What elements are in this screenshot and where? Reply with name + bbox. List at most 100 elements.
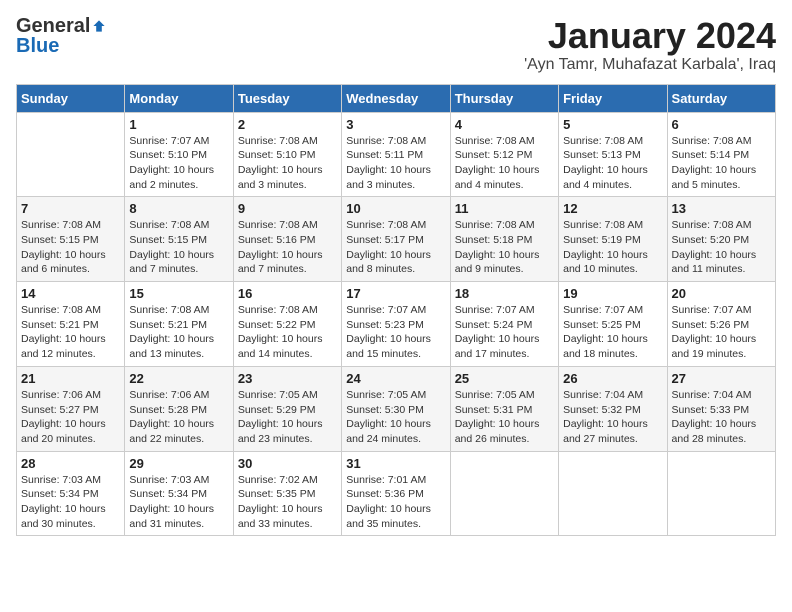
day-info: Sunrise: 7:08 AM Sunset: 5:15 PM Dayligh… xyxy=(129,218,228,277)
month-title: January 2024 xyxy=(524,16,776,56)
day-number: 3 xyxy=(346,117,445,132)
day-number: 7 xyxy=(21,201,120,216)
day-header-tuesday: Tuesday xyxy=(233,84,341,112)
calendar-cell: 29 Sunrise: 7:03 AM Sunset: 5:34 PM Dayli… xyxy=(125,451,233,536)
day-info: Sunrise: 7:08 AM Sunset: 5:10 PM Dayligh… xyxy=(238,134,337,193)
location-title: 'Ayn Tamr, Muhafazat Karbala', Iraq xyxy=(524,56,776,74)
calendar-cell: 18 Sunrise: 7:07 AM Sunset: 5:24 PM Dayli… xyxy=(450,282,558,367)
day-number: 12 xyxy=(563,201,662,216)
calendar-cell: 30 Sunrise: 7:02 AM Sunset: 5:35 PM Dayli… xyxy=(233,451,341,536)
calendar-cell: 5 Sunrise: 7:08 AM Sunset: 5:13 PM Daylig… xyxy=(559,112,667,197)
day-number: 24 xyxy=(346,371,445,386)
day-info: Sunrise: 7:08 AM Sunset: 5:22 PM Dayligh… xyxy=(238,303,337,362)
day-header-friday: Friday xyxy=(559,84,667,112)
calendar-cell xyxy=(559,451,667,536)
calendar-table: SundayMondayTuesdayWednesdayThursdayFrid… xyxy=(16,84,776,537)
day-number: 20 xyxy=(672,286,771,301)
day-info: Sunrise: 7:08 AM Sunset: 5:17 PM Dayligh… xyxy=(346,218,445,277)
calendar-cell: 14Sunrise: 7:08 AM Sunset: 5:21 PM Dayli… xyxy=(17,282,125,367)
calendar-cell: 25 Sunrise: 7:05 AM Sunset: 5:31 PM Dayli… xyxy=(450,366,558,451)
day-info: Sunrise: 7:06 AM Sunset: 5:27 PM Dayligh… xyxy=(21,388,120,447)
day-number: 21 xyxy=(21,371,120,386)
day-info: Sunrise: 7:08 AM Sunset: 5:18 PM Dayligh… xyxy=(455,218,554,277)
day-number: 19 xyxy=(563,286,662,301)
day-info: Sunrise: 7:06 AM Sunset: 5:28 PM Dayligh… xyxy=(129,388,228,447)
calendar-cell: 19 Sunrise: 7:07 AM Sunset: 5:25 PM Dayli… xyxy=(559,282,667,367)
day-header-monday: Monday xyxy=(125,84,233,112)
day-info: Sunrise: 7:07 AM Sunset: 5:23 PM Dayligh… xyxy=(346,303,445,362)
day-number: 25 xyxy=(455,371,554,386)
day-info: Sunrise: 7:05 AM Sunset: 5:31 PM Dayligh… xyxy=(455,388,554,447)
day-info: Sunrise: 7:08 AM Sunset: 5:20 PM Dayligh… xyxy=(672,218,771,277)
day-info: Sunrise: 7:08 AM Sunset: 5:19 PM Dayligh… xyxy=(563,218,662,277)
calendar-cell: 4 Sunrise: 7:08 AM Sunset: 5:12 PM Daylig… xyxy=(450,112,558,197)
day-info: Sunrise: 7:04 AM Sunset: 5:32 PM Dayligh… xyxy=(563,388,662,447)
calendar-cell: 2 Sunrise: 7:08 AM Sunset: 5:10 PM Daylig… xyxy=(233,112,341,197)
calendar-cell: 27 Sunrise: 7:04 AM Sunset: 5:33 PM Dayli… xyxy=(667,366,775,451)
day-info: Sunrise: 7:01 AM Sunset: 5:36 PM Dayligh… xyxy=(346,473,445,532)
day-number: 31 xyxy=(346,456,445,471)
day-info: Sunrise: 7:03 AM Sunset: 5:34 PM Dayligh… xyxy=(21,473,120,532)
day-info: Sunrise: 7:05 AM Sunset: 5:30 PM Dayligh… xyxy=(346,388,445,447)
calendar-cell xyxy=(450,451,558,536)
day-number: 5 xyxy=(563,117,662,132)
calendar-cell: 17Sunrise: 7:07 AM Sunset: 5:23 PM Dayli… xyxy=(342,282,450,367)
day-number: 8 xyxy=(129,201,228,216)
day-info: Sunrise: 7:07 AM Sunset: 5:25 PM Dayligh… xyxy=(563,303,662,362)
calendar-cell: 15Sunrise: 7:08 AM Sunset: 5:21 PM Dayli… xyxy=(125,282,233,367)
logo-icon xyxy=(92,19,106,33)
day-number: 6 xyxy=(672,117,771,132)
calendar-cell: 31 Sunrise: 7:01 AM Sunset: 5:36 PM Dayli… xyxy=(342,451,450,536)
day-number: 9 xyxy=(238,201,337,216)
calendar-cell: 3Sunrise: 7:08 AM Sunset: 5:11 PM Daylig… xyxy=(342,112,450,197)
calendar-cell: 21 Sunrise: 7:06 AM Sunset: 5:27 PM Dayli… xyxy=(17,366,125,451)
day-number: 16 xyxy=(238,286,337,301)
calendar-cell: 6Sunrise: 7:08 AM Sunset: 5:14 PM Daylig… xyxy=(667,112,775,197)
day-info: Sunrise: 7:04 AM Sunset: 5:33 PM Dayligh… xyxy=(672,388,771,447)
day-info: Sunrise: 7:02 AM Sunset: 5:35 PM Dayligh… xyxy=(238,473,337,532)
day-info: Sunrise: 7:08 AM Sunset: 5:12 PM Dayligh… xyxy=(455,134,554,193)
day-info: Sunrise: 7:08 AM Sunset: 5:21 PM Dayligh… xyxy=(21,303,120,362)
day-info: Sunrise: 7:08 AM Sunset: 5:21 PM Dayligh… xyxy=(129,303,228,362)
day-info: Sunrise: 7:05 AM Sunset: 5:29 PM Dayligh… xyxy=(238,388,337,447)
calendar-cell: 9 Sunrise: 7:08 AM Sunset: 5:16 PM Daylig… xyxy=(233,197,341,282)
week-row-3: 14Sunrise: 7:08 AM Sunset: 5:21 PM Dayli… xyxy=(17,282,776,367)
day-number: 18 xyxy=(455,286,554,301)
day-number: 29 xyxy=(129,456,228,471)
calendar-cell: 13 Sunrise: 7:08 AM Sunset: 5:20 PM Dayli… xyxy=(667,197,775,282)
day-number: 11 xyxy=(455,201,554,216)
title-section: January 2024 'Ayn Tamr, Muhafazat Karbal… xyxy=(524,16,776,74)
days-header-row: SundayMondayTuesdayWednesdayThursdayFrid… xyxy=(17,84,776,112)
calendar-cell: 28Sunrise: 7:03 AM Sunset: 5:34 PM Dayli… xyxy=(17,451,125,536)
week-row-1: 1Sunrise: 7:07 AM Sunset: 5:10 PM Daylig… xyxy=(17,112,776,197)
calendar-cell: 16 Sunrise: 7:08 AM Sunset: 5:22 PM Dayli… xyxy=(233,282,341,367)
day-number: 1 xyxy=(129,117,228,132)
day-number: 23 xyxy=(238,371,337,386)
calendar-cell: 23 Sunrise: 7:05 AM Sunset: 5:29 PM Dayli… xyxy=(233,366,341,451)
day-header-wednesday: Wednesday xyxy=(342,84,450,112)
day-number: 13 xyxy=(672,201,771,216)
calendar-cell: 24 Sunrise: 7:05 AM Sunset: 5:30 PM Dayli… xyxy=(342,366,450,451)
calendar-cell: 1Sunrise: 7:07 AM Sunset: 5:10 PM Daylig… xyxy=(125,112,233,197)
calendar-cell: 11 Sunrise: 7:08 AM Sunset: 5:18 PM Dayli… xyxy=(450,197,558,282)
day-number: 30 xyxy=(238,456,337,471)
day-number: 10 xyxy=(346,201,445,216)
week-row-2: 7 Sunrise: 7:08 AM Sunset: 5:15 PM Daylig… xyxy=(17,197,776,282)
logo: General Blue xyxy=(16,16,106,56)
calendar-cell: 22Sunrise: 7:06 AM Sunset: 5:28 PM Dayli… xyxy=(125,366,233,451)
calendar-cell: 12 Sunrise: 7:08 AM Sunset: 5:19 PM Dayli… xyxy=(559,197,667,282)
day-number: 26 xyxy=(563,371,662,386)
day-number: 4 xyxy=(455,117,554,132)
day-info: Sunrise: 7:08 AM Sunset: 5:13 PM Dayligh… xyxy=(563,134,662,193)
calendar-cell: 8 Sunrise: 7:08 AM Sunset: 5:15 PM Daylig… xyxy=(125,197,233,282)
day-header-saturday: Saturday xyxy=(667,84,775,112)
day-number: 2 xyxy=(238,117,337,132)
day-header-thursday: Thursday xyxy=(450,84,558,112)
calendar-cell: 20Sunrise: 7:07 AM Sunset: 5:26 PM Dayli… xyxy=(667,282,775,367)
day-number: 27 xyxy=(672,371,771,386)
day-info: Sunrise: 7:07 AM Sunset: 5:24 PM Dayligh… xyxy=(455,303,554,362)
day-info: Sunrise: 7:08 AM Sunset: 5:16 PM Dayligh… xyxy=(238,218,337,277)
day-info: Sunrise: 7:03 AM Sunset: 5:34 PM Dayligh… xyxy=(129,473,228,532)
page-header: General Blue January 2024 'Ayn Tamr, Muh… xyxy=(16,16,776,74)
week-row-4: 21 Sunrise: 7:06 AM Sunset: 5:27 PM Dayli… xyxy=(17,366,776,451)
